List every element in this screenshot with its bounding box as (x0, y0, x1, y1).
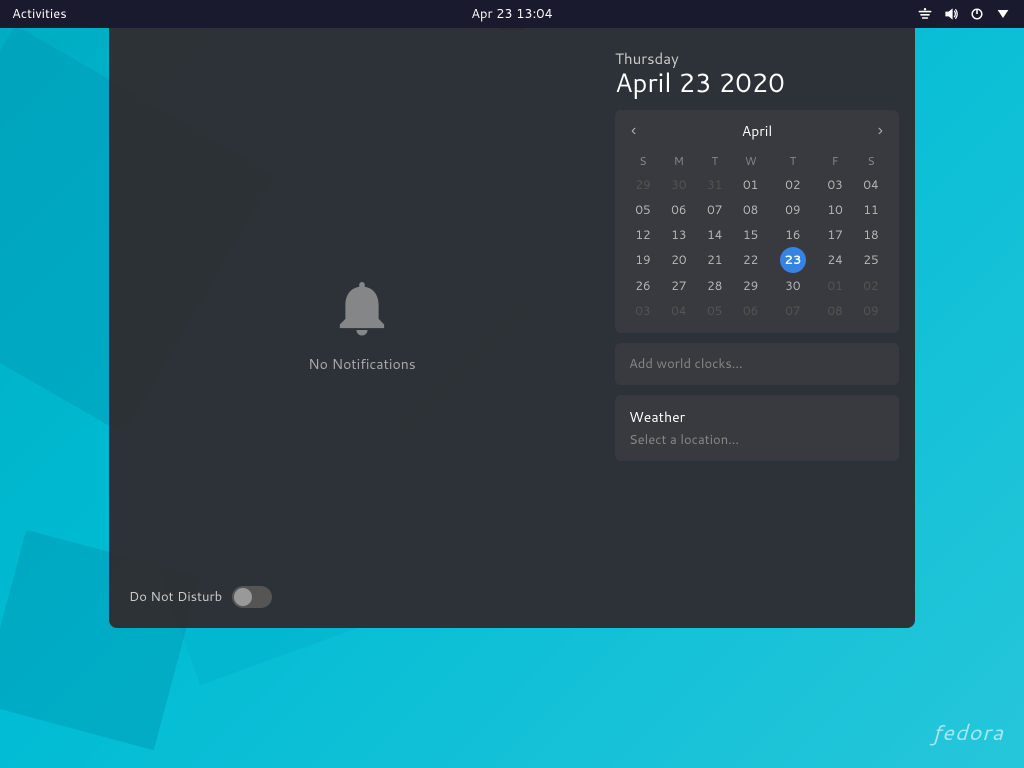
calendar-day-cell[interactable]: 26 (625, 273, 661, 298)
calendar: ‹ April › S M T W T F S 29303 (615, 110, 899, 333)
calendar-day-cell[interactable]: 23 (769, 247, 818, 273)
calendar-day-cell[interactable]: 02 (853, 273, 889, 298)
calendar-day-cell[interactable]: 11 (853, 197, 889, 222)
system-menu-arrow-icon[interactable] (994, 5, 1012, 23)
weather-box: Weather Select a location... (615, 395, 899, 461)
bell-icon (332, 282, 392, 342)
calendar-day-cell[interactable]: 29 (625, 172, 661, 197)
day-header-sun: S (625, 150, 661, 172)
right-panel: Thursday April 23 2020 ‹ April › S M T W… (615, 28, 915, 628)
calendar-prev-button[interactable]: ‹ (625, 120, 642, 142)
calendar-day-cell[interactable]: 06 (661, 197, 697, 222)
calendar-day-cell[interactable]: 28 (697, 273, 733, 298)
date-full: April 23 2020 (615, 69, 899, 98)
calendar-day-cell[interactable]: 09 (769, 197, 818, 222)
day-header-thu: T (769, 150, 818, 172)
topbar: Activities Apr 23 13:04 (0, 0, 1024, 28)
calendar-day-cell[interactable]: 08 (733, 197, 769, 222)
calendar-week-row: 12131415161718 (625, 222, 889, 247)
calendar-day-cell[interactable]: 07 (769, 298, 818, 323)
network-icon[interactable] (916, 5, 934, 23)
calendar-day-cell[interactable]: 22 (733, 247, 769, 273)
calendar-day-cell[interactable]: 01 (817, 273, 853, 298)
calendar-day-cell[interactable]: 01 (733, 172, 769, 197)
calendar-day-cell[interactable]: 12 (625, 222, 661, 247)
calendar-week-row: 26272829300102 (625, 273, 889, 298)
calendar-day-cell[interactable]: 10 (817, 197, 853, 222)
activities-button[interactable]: Activities (12, 5, 67, 23)
weather-location[interactable]: Select a location... (629, 431, 885, 449)
main-panel: No Notifications Do Not Disturb Thursday… (109, 28, 915, 628)
calendar-day-cell[interactable]: 19 (625, 247, 661, 273)
date-header: Thursday April 23 2020 (615, 48, 899, 98)
calendar-day-cell[interactable]: 03 (817, 172, 853, 197)
day-header-mon: M (661, 150, 697, 172)
topbar-datetime[interactable]: Apr 23 13:04 (471, 5, 553, 23)
calendar-day-cell[interactable]: 30 (769, 273, 818, 298)
calendar-day-cell[interactable]: 05 (697, 298, 733, 323)
calendar-day-cell[interactable]: 31 (697, 172, 733, 197)
calendar-day-cell[interactable]: 03 (625, 298, 661, 323)
day-header-tue: T (697, 150, 733, 172)
calendar-next-button[interactable]: › (872, 120, 889, 142)
calendar-week-row: 29303101020304 (625, 172, 889, 197)
calendar-body: 2930310102030405060708091011121314151617… (625, 172, 889, 323)
day-header-sat: S (853, 150, 889, 172)
day-header-wed: W (733, 150, 769, 172)
calendar-day-cell[interactable]: 29 (733, 273, 769, 298)
calendar-day-cell[interactable]: 20 (661, 247, 697, 273)
sound-icon[interactable] (942, 5, 960, 23)
calendar-day-cell[interactable]: 09 (853, 298, 889, 323)
toggle-knob (234, 588, 252, 606)
calendar-day-cell[interactable]: 24 (817, 247, 853, 273)
calendar-week-row: 19202122 23 2425 (625, 247, 889, 273)
calendar-day-cell[interactable]: 16 (769, 222, 818, 247)
calendar-day-cell[interactable]: 21 (697, 247, 733, 273)
day-header-fri: F (817, 150, 853, 172)
dnd-row: Do Not Disturb (129, 586, 272, 608)
calendar-month-label: April (742, 121, 772, 141)
calendar-day-cell[interactable]: 30 (661, 172, 697, 197)
world-clocks-input[interactable]: Add world clocks... (615, 343, 899, 385)
fedora-logo: fedora (932, 717, 1004, 748)
calendar-day-cell[interactable]: 02 (769, 172, 818, 197)
calendar-day-headers: S M T W T F S (625, 150, 889, 172)
calendar-day-cell[interactable]: 08 (817, 298, 853, 323)
calendar-day-cell[interactable]: 13 (661, 222, 697, 247)
calendar-header: ‹ April › (625, 120, 889, 142)
calendar-week-row: 03040506070809 (625, 298, 889, 323)
calendar-week-row: 05060708091011 (625, 197, 889, 222)
calendar-grid: S M T W T F S 29303101020304050607080910… (625, 150, 889, 323)
calendar-day-cell[interactable]: 17 (817, 222, 853, 247)
calendar-day-cell[interactable]: 15 (733, 222, 769, 247)
topbar-system-icons (916, 5, 1012, 23)
world-clocks-placeholder: Add world clocks... (629, 355, 743, 373)
calendar-day-cell[interactable]: 14 (697, 222, 733, 247)
weather-title: Weather (629, 407, 885, 427)
notifications-panel: No Notifications Do Not Disturb (109, 28, 615, 628)
calendar-day-cell[interactable]: 18 (853, 222, 889, 247)
calendar-day-cell[interactable]: 27 (661, 273, 697, 298)
dnd-toggle[interactable] (232, 586, 272, 608)
today-highlight: 23 (780, 247, 806, 273)
dnd-label: Do Not Disturb (129, 588, 222, 606)
calendar-day-cell[interactable]: 04 (661, 298, 697, 323)
no-notifications-label: No Notifications (308, 354, 415, 374)
calendar-day-cell[interactable]: 07 (697, 197, 733, 222)
calendar-day-cell[interactable]: 06 (733, 298, 769, 323)
calendar-day-cell[interactable]: 04 (853, 172, 889, 197)
fedora-label: fedora (932, 717, 1004, 748)
calendar-day-cell[interactable]: 25 (853, 247, 889, 273)
calendar-day-cell[interactable]: 05 (625, 197, 661, 222)
power-icon[interactable] (968, 5, 986, 23)
